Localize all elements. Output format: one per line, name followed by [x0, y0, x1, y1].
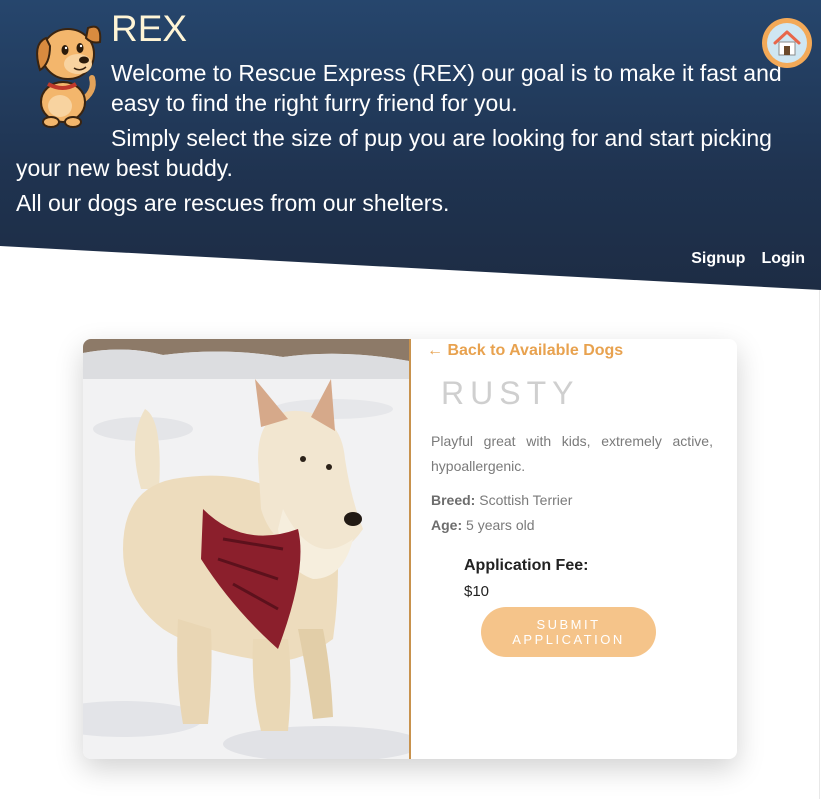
age-value: 5 years old — [466, 517, 535, 533]
dog-info-panel: ← Back to Available Dogs RUSTY Playful g… — [411, 339, 737, 759]
intro-text: Welcome to Rescue Express (REX) our goal… — [16, 58, 811, 218]
age-row: Age: 5 years old — [431, 517, 535, 533]
breed-value: Scottish Terrier — [479, 492, 573, 508]
auth-nav: Signup Login — [691, 250, 805, 268]
back-to-dogs-link[interactable]: ← Back to Available Dogs — [427, 342, 623, 360]
fee-value: $10 — [464, 583, 490, 600]
breed-label: Breed: — [431, 492, 476, 508]
dog-description: Playful great with kids, extremely activ… — [431, 433, 713, 474]
page-edge-divider — [819, 290, 820, 799]
brand-title: REX — [111, 8, 188, 49]
submit-application-button[interactable]: SUBMIT APPLICATION — [481, 607, 656, 657]
intro-paragraph-welcome: Welcome to Rescue Express (REX) our goal… — [111, 60, 782, 116]
breed-row: Breed: Scottish Terrier — [431, 492, 572, 508]
intro-paragraph-instructions: Simply select the size of pup you are lo… — [16, 125, 772, 181]
login-link[interactable]: Login — [761, 250, 805, 268]
house-icon — [767, 23, 807, 63]
dog-name: RUSTY — [441, 375, 580, 411]
signup-link[interactable]: Signup — [691, 250, 745, 268]
age-label: Age: — [431, 517, 463, 533]
dog-photo — [83, 339, 411, 759]
fee-label: Application Fee: — [464, 557, 589, 574]
intro-paragraph-rescues: All our dogs are rescues from our shelte… — [16, 190, 450, 216]
dog-detail-card: ← Back to Available Dogs RUSTY Playful g… — [83, 339, 737, 759]
home-button[interactable] — [762, 18, 812, 68]
